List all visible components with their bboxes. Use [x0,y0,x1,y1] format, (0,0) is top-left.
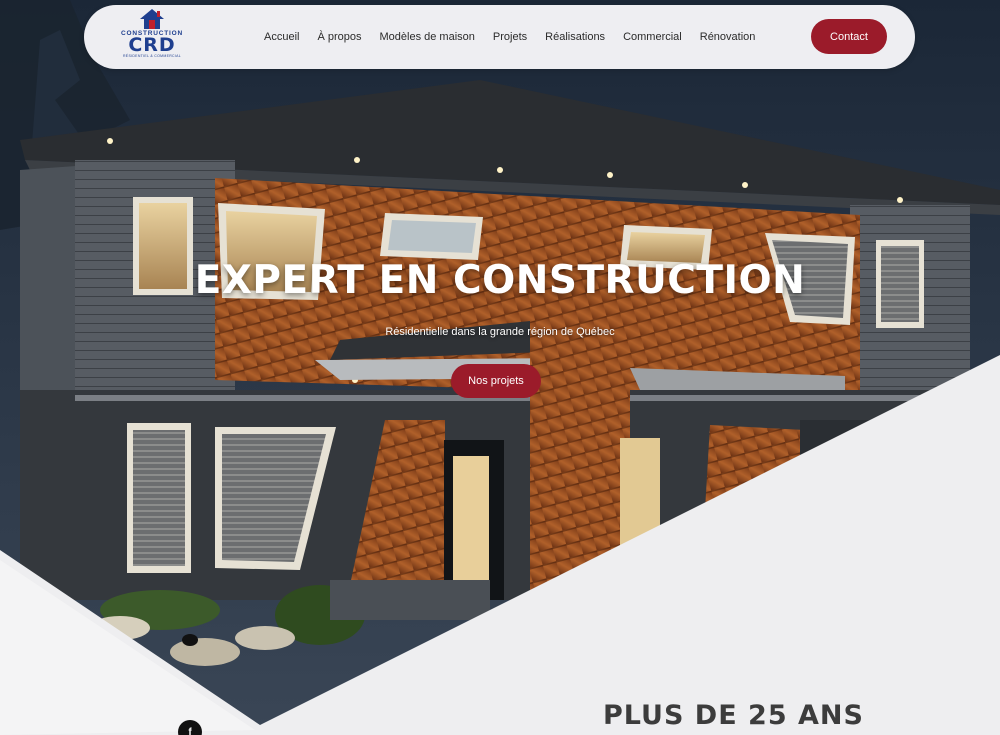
nos-projets-button[interactable]: Nos projets [451,364,541,398]
hero-title: EXPERT EN CONSTRUCTION [194,258,806,303]
nav-link-realisations[interactable]: Réalisations [545,31,605,43]
nav-link-modeles-de-maison[interactable]: Modèles de maison [380,31,475,43]
logo-mark: CRD [128,34,176,56]
nav-link-accueil[interactable]: Accueil [264,31,299,43]
nav-links: Accueil À propos Modèles de maison Proje… [264,5,755,69]
hero-subtitle: Résidentielle dans la grande région de Q… [385,326,615,338]
site-logo[interactable]: CONSTRUCTION CRD RÉSIDENTIEL & COMMERCIA… [120,8,184,66]
nav-link-projets[interactable]: Projets [493,31,527,43]
nav-link-renovation[interactable]: Rénovation [700,31,756,43]
nav-link-a-propos[interactable]: À propos [317,31,361,43]
main-navbar: CONSTRUCTION CRD RÉSIDENTIEL & COMMERCIA… [84,5,915,69]
contact-button[interactable]: Contact [811,19,887,54]
house-logo-icon [140,9,164,29]
nav-link-commercial[interactable]: Commercial [623,31,682,43]
logo-tagline: RÉSIDENTIEL & COMMERCIAL [122,54,182,58]
section-title: PLUS DE 25 ANS [603,700,864,731]
